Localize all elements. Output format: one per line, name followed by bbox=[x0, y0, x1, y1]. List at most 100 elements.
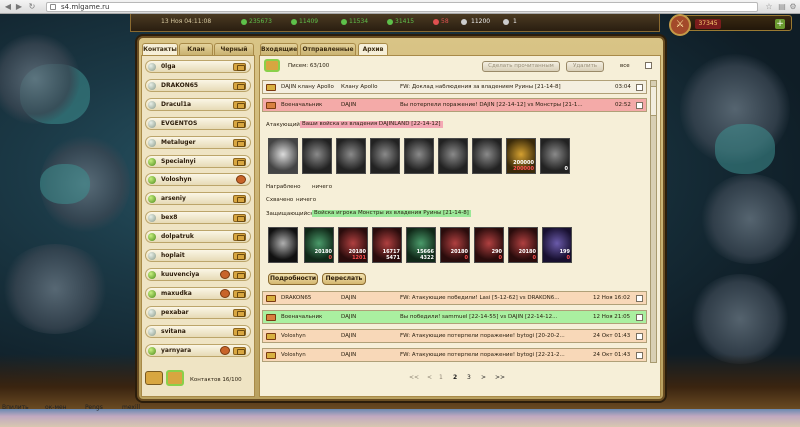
prev-page-link[interactable]: < bbox=[427, 374, 432, 382]
clan-badge-icon bbox=[220, 346, 230, 355]
contact-item[interactable]: svitana bbox=[145, 325, 251, 338]
unit-icon: 15666 4322 bbox=[406, 227, 436, 263]
forward-icon[interactable]: ▶ bbox=[14, 2, 24, 12]
mail-icon[interactable] bbox=[233, 158, 246, 166]
message-row[interactable]: DAJIN клану Apollo Клану Apollo FW: Докл… bbox=[262, 80, 647, 94]
mail-icon[interactable] bbox=[233, 139, 246, 147]
details-button[interactable]: Подробности bbox=[268, 273, 318, 285]
next-page-link[interactable]: > bbox=[481, 374, 486, 382]
mail-icon[interactable] bbox=[233, 120, 246, 128]
reload-icon[interactable]: ↻ bbox=[27, 2, 37, 12]
unit-icon bbox=[438, 138, 468, 174]
message-row[interactable]: Voloshyn DAJIN FW: Атакующие потерпели п… bbox=[262, 348, 647, 362]
contact-item[interactable]: DRAKON65 bbox=[145, 79, 251, 92]
page-menu-icon[interactable]: ▤ bbox=[777, 2, 787, 12]
gold-box[interactable]: ⚔ 37345 + bbox=[669, 14, 792, 36]
captured-label: Схвачено bbox=[266, 197, 294, 203]
unit-icon: 290 0 bbox=[474, 227, 504, 263]
contact-item[interactable]: hoplait bbox=[145, 249, 251, 262]
row-checkbox[interactable] bbox=[636, 314, 643, 321]
delete-button[interactable]: Удалить bbox=[566, 61, 604, 72]
contact-item[interactable]: kuuvenciya bbox=[145, 268, 251, 281]
resource-population: 11200 bbox=[471, 18, 491, 25]
desktop-label: ок-мен bbox=[45, 404, 67, 411]
message-row[interactable]: Военачальник DAJIN Вы победили! sammuel … bbox=[262, 310, 647, 324]
unit-icon: 20180 0 bbox=[440, 227, 470, 263]
contact-item[interactable]: maxudka bbox=[145, 287, 251, 300]
tab-inbox[interactable]: Входящие bbox=[260, 43, 298, 55]
star-icon[interactable]: ☆ bbox=[764, 2, 774, 12]
mail-icon[interactable] bbox=[233, 328, 246, 336]
compose-button[interactable] bbox=[264, 59, 280, 72]
unit-icon: 20180 0 bbox=[508, 227, 538, 263]
tab-sent[interactable]: Отправленные bbox=[300, 43, 356, 55]
resource-wood: 11409 bbox=[299, 18, 319, 25]
avatar bbox=[148, 252, 156, 260]
mail-icon[interactable] bbox=[233, 347, 246, 355]
first-page-link[interactable]: << bbox=[409, 374, 419, 382]
mail-icon[interactable] bbox=[233, 252, 246, 260]
contact-item[interactable]: Voloshyn bbox=[145, 173, 251, 186]
resource-bar: 13 Ноя 04:11:08 235673 11409 11534 31415… bbox=[130, 14, 660, 32]
contact-item[interactable]: Specialnyi bbox=[145, 155, 251, 168]
avatar bbox=[148, 214, 156, 222]
last-page-link[interactable]: >> bbox=[495, 374, 505, 382]
contact-item[interactable]: Dracul1a bbox=[145, 98, 251, 111]
add-contact-button[interactable] bbox=[145, 371, 163, 385]
server-time: 13 Ноя 04:11:08 bbox=[161, 18, 212, 25]
wrench-icon[interactable]: ⚙ bbox=[788, 2, 798, 12]
contact-item[interactable]: yarnyara bbox=[145, 344, 251, 357]
unit-icon: 20180 1201 bbox=[338, 227, 368, 263]
army-icon bbox=[503, 19, 509, 25]
resource-stone: 11534 bbox=[349, 18, 369, 25]
mail-icon[interactable] bbox=[233, 271, 246, 279]
looted-label: Награблено bbox=[266, 184, 301, 190]
row-checkbox[interactable] bbox=[636, 352, 643, 359]
tab-blacklist[interactable]: Черный спи bbox=[214, 43, 254, 64]
contact-item[interactable]: 0lga bbox=[145, 60, 251, 73]
envelope-icon bbox=[266, 333, 276, 340]
contact-item[interactable]: EVGENTOS bbox=[145, 117, 251, 130]
write-message-button[interactable] bbox=[166, 370, 184, 386]
scrollbar-thumb[interactable] bbox=[650, 86, 657, 116]
contact-item[interactable]: pexabar bbox=[145, 306, 251, 319]
back-icon[interactable]: ◀ bbox=[3, 2, 13, 12]
unit-icon: 16717 5471 bbox=[372, 227, 402, 263]
row-checkbox[interactable] bbox=[636, 333, 643, 340]
contact-item[interactable]: arseniy bbox=[145, 192, 251, 205]
population-icon bbox=[461, 19, 467, 25]
defender-units: 20180 0 20180 1201 16717 5471 15666 4322 201… bbox=[268, 227, 578, 267]
browser-toolbar: ◀ ▶ ↻ s4.mlgame.ru ☆ ▤ ⚙ bbox=[0, 0, 800, 14]
letters-count: Писем: 63/100 bbox=[288, 63, 330, 69]
select-all-checkbox[interactable] bbox=[645, 62, 652, 69]
avatar bbox=[148, 101, 156, 109]
avatar bbox=[148, 120, 156, 128]
mail-icon[interactable] bbox=[233, 290, 246, 298]
page-link[interactable]: 1 bbox=[439, 374, 443, 382]
contacts-count: Контактов 16/100 bbox=[190, 377, 242, 383]
address-bar[interactable]: s4.mlgame.ru bbox=[46, 2, 758, 12]
mail-icon[interactable] bbox=[233, 214, 246, 222]
row-checkbox[interactable] bbox=[636, 102, 643, 109]
mail-icon[interactable] bbox=[233, 309, 246, 317]
message-row[interactable]: DRAKON65 DAJIN FW: Атакующие победили! L… bbox=[262, 291, 647, 305]
row-checkbox[interactable] bbox=[636, 295, 643, 302]
contact-item[interactable]: Metaluger bbox=[145, 136, 251, 149]
mail-icon[interactable] bbox=[233, 101, 246, 109]
add-gold-button[interactable]: + bbox=[775, 19, 785, 29]
mail-icon[interactable] bbox=[233, 82, 246, 90]
contact-item[interactable]: dolpatruk bbox=[145, 230, 251, 243]
message-row[interactable]: Voloshyn DAJIN FW: Атакующие потерпели п… bbox=[262, 329, 647, 343]
row-checkbox[interactable] bbox=[636, 84, 643, 91]
page-link[interactable]: 3 bbox=[467, 374, 471, 382]
message-row-open[interactable]: Военачальник DAJIN Вы потерпели поражени… bbox=[262, 98, 647, 112]
tab-clan[interactable]: Клан bbox=[179, 43, 213, 55]
page-link-current[interactable]: 2 bbox=[453, 374, 457, 382]
messages-scrollbar[interactable] bbox=[650, 80, 657, 363]
mail-icon[interactable] bbox=[233, 63, 246, 71]
mail-icon[interactable] bbox=[233, 195, 246, 203]
mail-icon[interactable] bbox=[233, 233, 246, 241]
contact-item[interactable]: bex8 bbox=[145, 211, 251, 224]
mark-read-button[interactable]: Сделать прочитанным bbox=[482, 61, 560, 72]
forward-button[interactable]: Переслать bbox=[322, 273, 366, 285]
